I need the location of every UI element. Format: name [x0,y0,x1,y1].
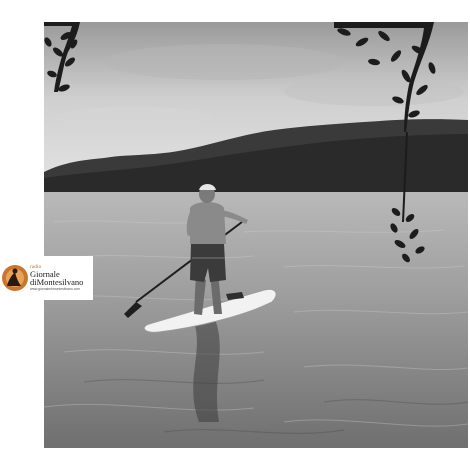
logo-url: www.giornaledimontesilvano.com [30,286,81,291]
logo-emblem [1,264,29,292]
logo-title-line2: diMontesilvano [30,277,84,288]
watermark-logo: radio Giornale diMontesilvano www.giorna… [0,256,93,300]
image-frame: radio Giornale diMontesilvano www.giorna… [0,0,470,470]
water [44,192,468,448]
paddleboard-photo [44,22,468,448]
logo-wordmark: radio Giornale diMontesilvano www.giorna… [30,265,83,291]
